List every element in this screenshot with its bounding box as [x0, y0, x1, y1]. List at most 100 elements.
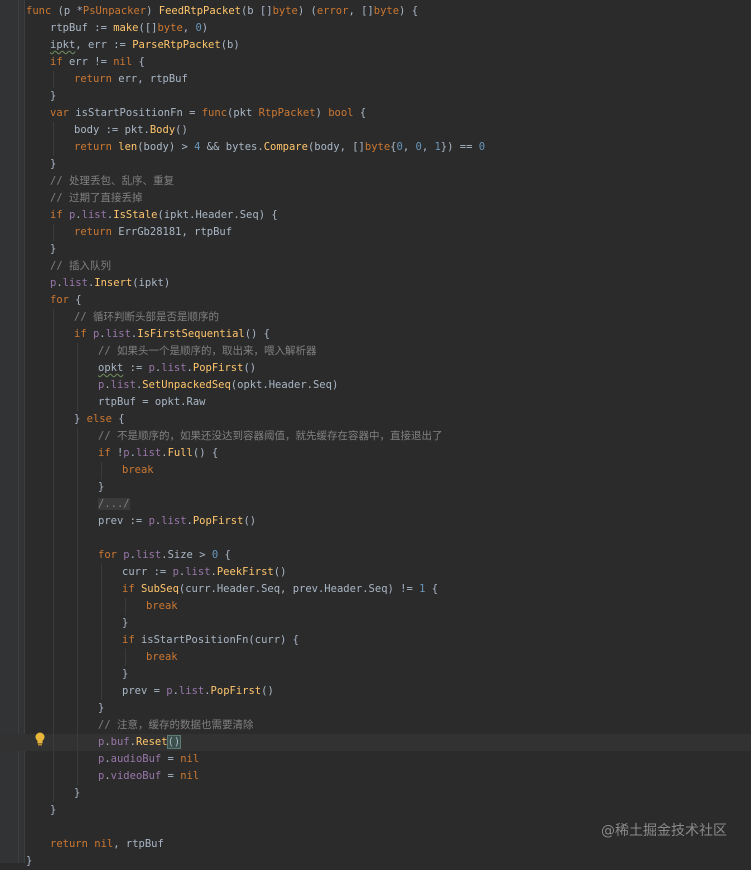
code-line[interactable]: // 如果头一个是顺序的，取出来，喂入解析器	[26, 343, 751, 360]
code-token: nil	[113, 56, 133, 68]
code-line[interactable]: break	[26, 598, 751, 615]
lightbulb-icon[interactable]	[34, 732, 46, 746]
code-line-content: opkt := p.list.PopFirst()	[26, 362, 256, 374]
code-line[interactable]: for p.list.Size > 0 {	[26, 547, 751, 564]
indent-guide	[53, 666, 54, 683]
code-line[interactable]: }	[26, 241, 751, 258]
code-line[interactable]: // 循环判断头部是否是顺序的	[26, 309, 751, 326]
code-line[interactable]: if isStartPositionFn(curr) {	[26, 632, 751, 649]
code-line[interactable]: } else {	[26, 411, 751, 428]
code-line-content: } else {	[26, 413, 125, 425]
code-token: nil	[94, 838, 114, 850]
code-token: {	[353, 107, 367, 119]
code-line[interactable]: }	[26, 700, 751, 717]
code-line[interactable]: }	[26, 156, 751, 173]
code-line[interactable]: }	[26, 802, 751, 819]
code-token: &&	[200, 141, 226, 153]
code-line[interactable]: prev = p.list.PopFirst()	[26, 683, 751, 700]
indent-guide	[53, 394, 54, 411]
code-line[interactable]: // 插入队列	[26, 258, 751, 275]
code-token: // 过期了直接丢掉	[50, 192, 143, 204]
indent-guide	[101, 683, 102, 700]
code-token: byte	[364, 141, 391, 153]
code-line[interactable]: if !p.list.Full() {	[26, 445, 751, 462]
code-line[interactable]: p.buf.Reset()	[0, 734, 751, 751]
code-token: // 处理丢包、乱序、重复	[50, 175, 174, 187]
code-token: list	[185, 566, 211, 578]
code-editor[interactable]: func (p *PsUnpacker) FeedRtpPacket(b []b…	[0, 0, 751, 867]
code-line[interactable]: ipkt, err := ParseRtpPacket(b)	[26, 37, 751, 54]
code-line[interactable]: // 不是顺序的，如果还没达到容器阈值，就先缓存在容器中，直接退出了	[26, 428, 751, 445]
code-token: )	[201, 22, 209, 34]
code-line[interactable]: // 注意，缓存的数据也需要清除	[26, 717, 751, 734]
code-line[interactable]: for {	[26, 292, 751, 309]
code-line[interactable]: }	[26, 853, 751, 870]
code-line[interactable]: if p.list.IsStale(ipkt.Header.Seq) {	[26, 207, 751, 224]
code-line[interactable]: p.videoBuf = nil	[26, 768, 751, 785]
indent-guide	[53, 683, 54, 700]
code-line[interactable]: }	[26, 785, 751, 802]
code-line-content: // 循环判断头部是否是顺序的	[26, 311, 219, 323]
code-token: ()	[273, 566, 287, 578]
code-token: ipkt	[50, 39, 76, 51]
code-line[interactable]: rtpBuf := make([]byte, 0)	[26, 20, 751, 37]
code-token: // 循环判断头部是否是顺序的	[74, 311, 219, 323]
code-line[interactable]: rtpBuf = opkt.Raw	[26, 394, 751, 411]
code-line[interactable]: // 处理丢包、乱序、重复	[26, 173, 751, 190]
code-token: // 插入队列	[50, 260, 111, 272]
code-line[interactable]: func (p *PsUnpacker) FeedRtpPacket(b []b…	[26, 3, 751, 20]
code-line-content: var isStartPositionFn = func(pkt RtpPack…	[26, 107, 366, 119]
code-token: 0	[478, 141, 486, 153]
code-token: return	[74, 141, 119, 153]
code-line-content: p.buf.Reset()	[26, 735, 182, 749]
indent-guide	[77, 564, 78, 581]
code-line[interactable]: return err, rtpBuf	[26, 71, 751, 88]
code-line-content: }	[26, 90, 56, 102]
indent-guide	[53, 496, 54, 513]
code-line[interactable]: var isStartPositionFn = func(pkt RtpPack…	[26, 105, 751, 122]
code-line[interactable]: prev := p.list.PopFirst()	[26, 513, 751, 530]
indent-guide	[53, 326, 54, 343]
code-line[interactable]: /.../	[26, 496, 751, 513]
indent-guide	[77, 734, 78, 751]
code-line[interactable]: return ErrGb28181, rtpBuf	[26, 224, 751, 241]
code-line[interactable]	[26, 530, 751, 547]
indent-guide	[53, 649, 54, 666]
code-line[interactable]: if p.list.IsFirstSequential() {	[26, 326, 751, 343]
code-line[interactable]: opkt := p.list.PopFirst()	[26, 360, 751, 377]
code-token: list	[105, 328, 131, 340]
code-line[interactable]: }	[26, 88, 751, 105]
code-line[interactable]: // 过期了直接丢掉	[26, 190, 751, 207]
code-token: return	[74, 73, 119, 85]
code-token: opkt	[98, 362, 124, 374]
code-token: ,	[402, 141, 416, 153]
code-token: =	[161, 753, 181, 765]
code-line[interactable]: body := pkt.Body()	[26, 122, 751, 139]
code-token: Seq	[239, 209, 259, 221]
code-token: {	[218, 549, 231, 561]
code-token: nil	[180, 770, 200, 782]
code-line[interactable]: return len(body) > 4 && bytes.Compare(bo…	[26, 139, 751, 156]
code-line[interactable]: if err != nil {	[26, 54, 751, 71]
code-token: Insert	[94, 277, 133, 289]
code-token: // 注意，缓存的数据也需要清除	[98, 719, 254, 731]
code-line-content: break	[26, 464, 154, 476]
code-line[interactable]: }	[26, 666, 751, 683]
indent-guide	[77, 598, 78, 615]
code-line[interactable]: }	[26, 615, 751, 632]
code-area[interactable]: func (p *PsUnpacker) FeedRtpPacket(b []b…	[0, 3, 751, 870]
code-line[interactable]: break	[26, 649, 751, 666]
indent-guide	[77, 360, 78, 377]
code-token: ()	[243, 515, 257, 527]
indent-guide	[53, 700, 54, 717]
code-line[interactable]: curr := p.list.PeekFirst()	[26, 564, 751, 581]
code-line-content: }	[26, 243, 56, 255]
code-line[interactable]: p.audioBuf = nil	[26, 751, 751, 768]
code-line-content: for p.list.Size > 0 {	[26, 549, 231, 561]
code-line[interactable]: p.list.Insert(ipkt)	[26, 275, 751, 292]
code-line[interactable]: }	[26, 479, 751, 496]
code-token: ([]	[138, 22, 158, 34]
code-line[interactable]: if SubSeq(curr.Header.Seq, prev.Header.S…	[26, 581, 751, 598]
code-line[interactable]: break	[26, 462, 751, 479]
code-line[interactable]: p.list.SetUnpackedSeq(opkt.Header.Seq)	[26, 377, 751, 394]
